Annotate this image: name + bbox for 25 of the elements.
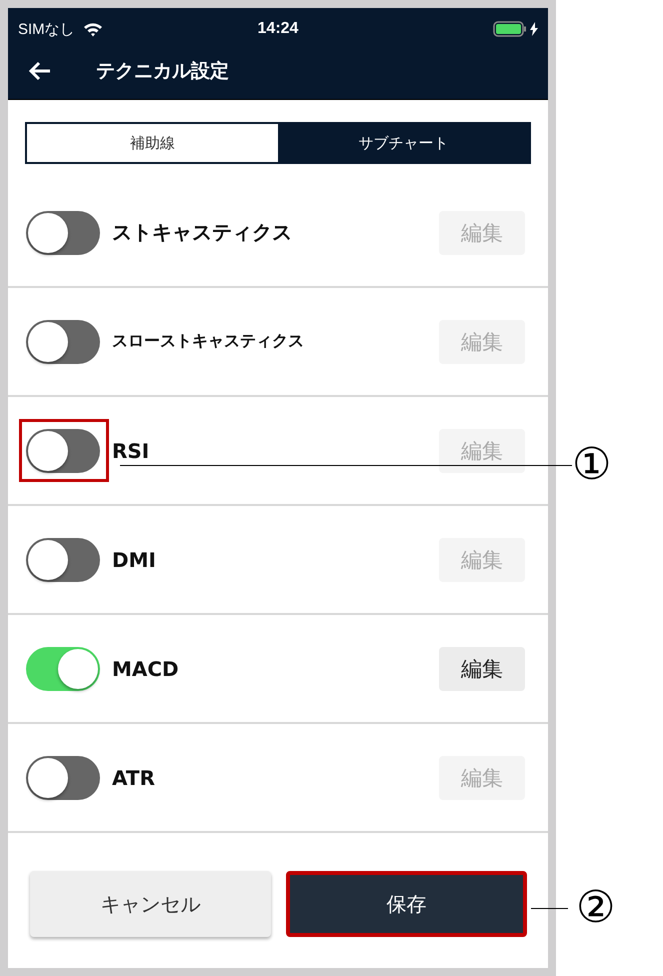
wifi-icon <box>82 22 103 36</box>
leader-line <box>531 908 568 909</box>
toggle-switch[interactable] <box>26 538 100 582</box>
clock-time: 14:24 <box>256 20 300 38</box>
save-button[interactable]: 保存 <box>286 871 527 937</box>
battery-icon <box>493 21 527 37</box>
callout-number: ① <box>572 441 612 489</box>
indicator-name: ATR <box>112 766 155 790</box>
screen-title: テクニカル設定 <box>96 58 229 84</box>
indicator-name: MACD <box>112 656 179 680</box>
edit-button[interactable]: 編集 <box>439 646 525 690</box>
toggle-switch[interactable] <box>26 756 100 800</box>
cancel-button[interactable]: キャンセル <box>30 871 271 937</box>
toggle-switch[interactable] <box>26 211 100 255</box>
indicator-name: スローストキャスティクス <box>112 331 304 352</box>
indicator-name: RSI <box>112 438 150 462</box>
toggle-switch[interactable] <box>26 429 100 473</box>
callout-number: ② <box>576 884 616 932</box>
indicator-name: ストキャスティクス <box>112 219 292 246</box>
indicator-name: DMI <box>112 548 156 572</box>
toggle-switch[interactable] <box>26 320 100 364</box>
tab[interactable]: サブチャート <box>278 124 529 162</box>
toggle-switch[interactable] <box>26 647 100 691</box>
carrier-label: SIMなし <box>18 20 75 38</box>
back-arrow-icon[interactable] <box>28 60 52 80</box>
